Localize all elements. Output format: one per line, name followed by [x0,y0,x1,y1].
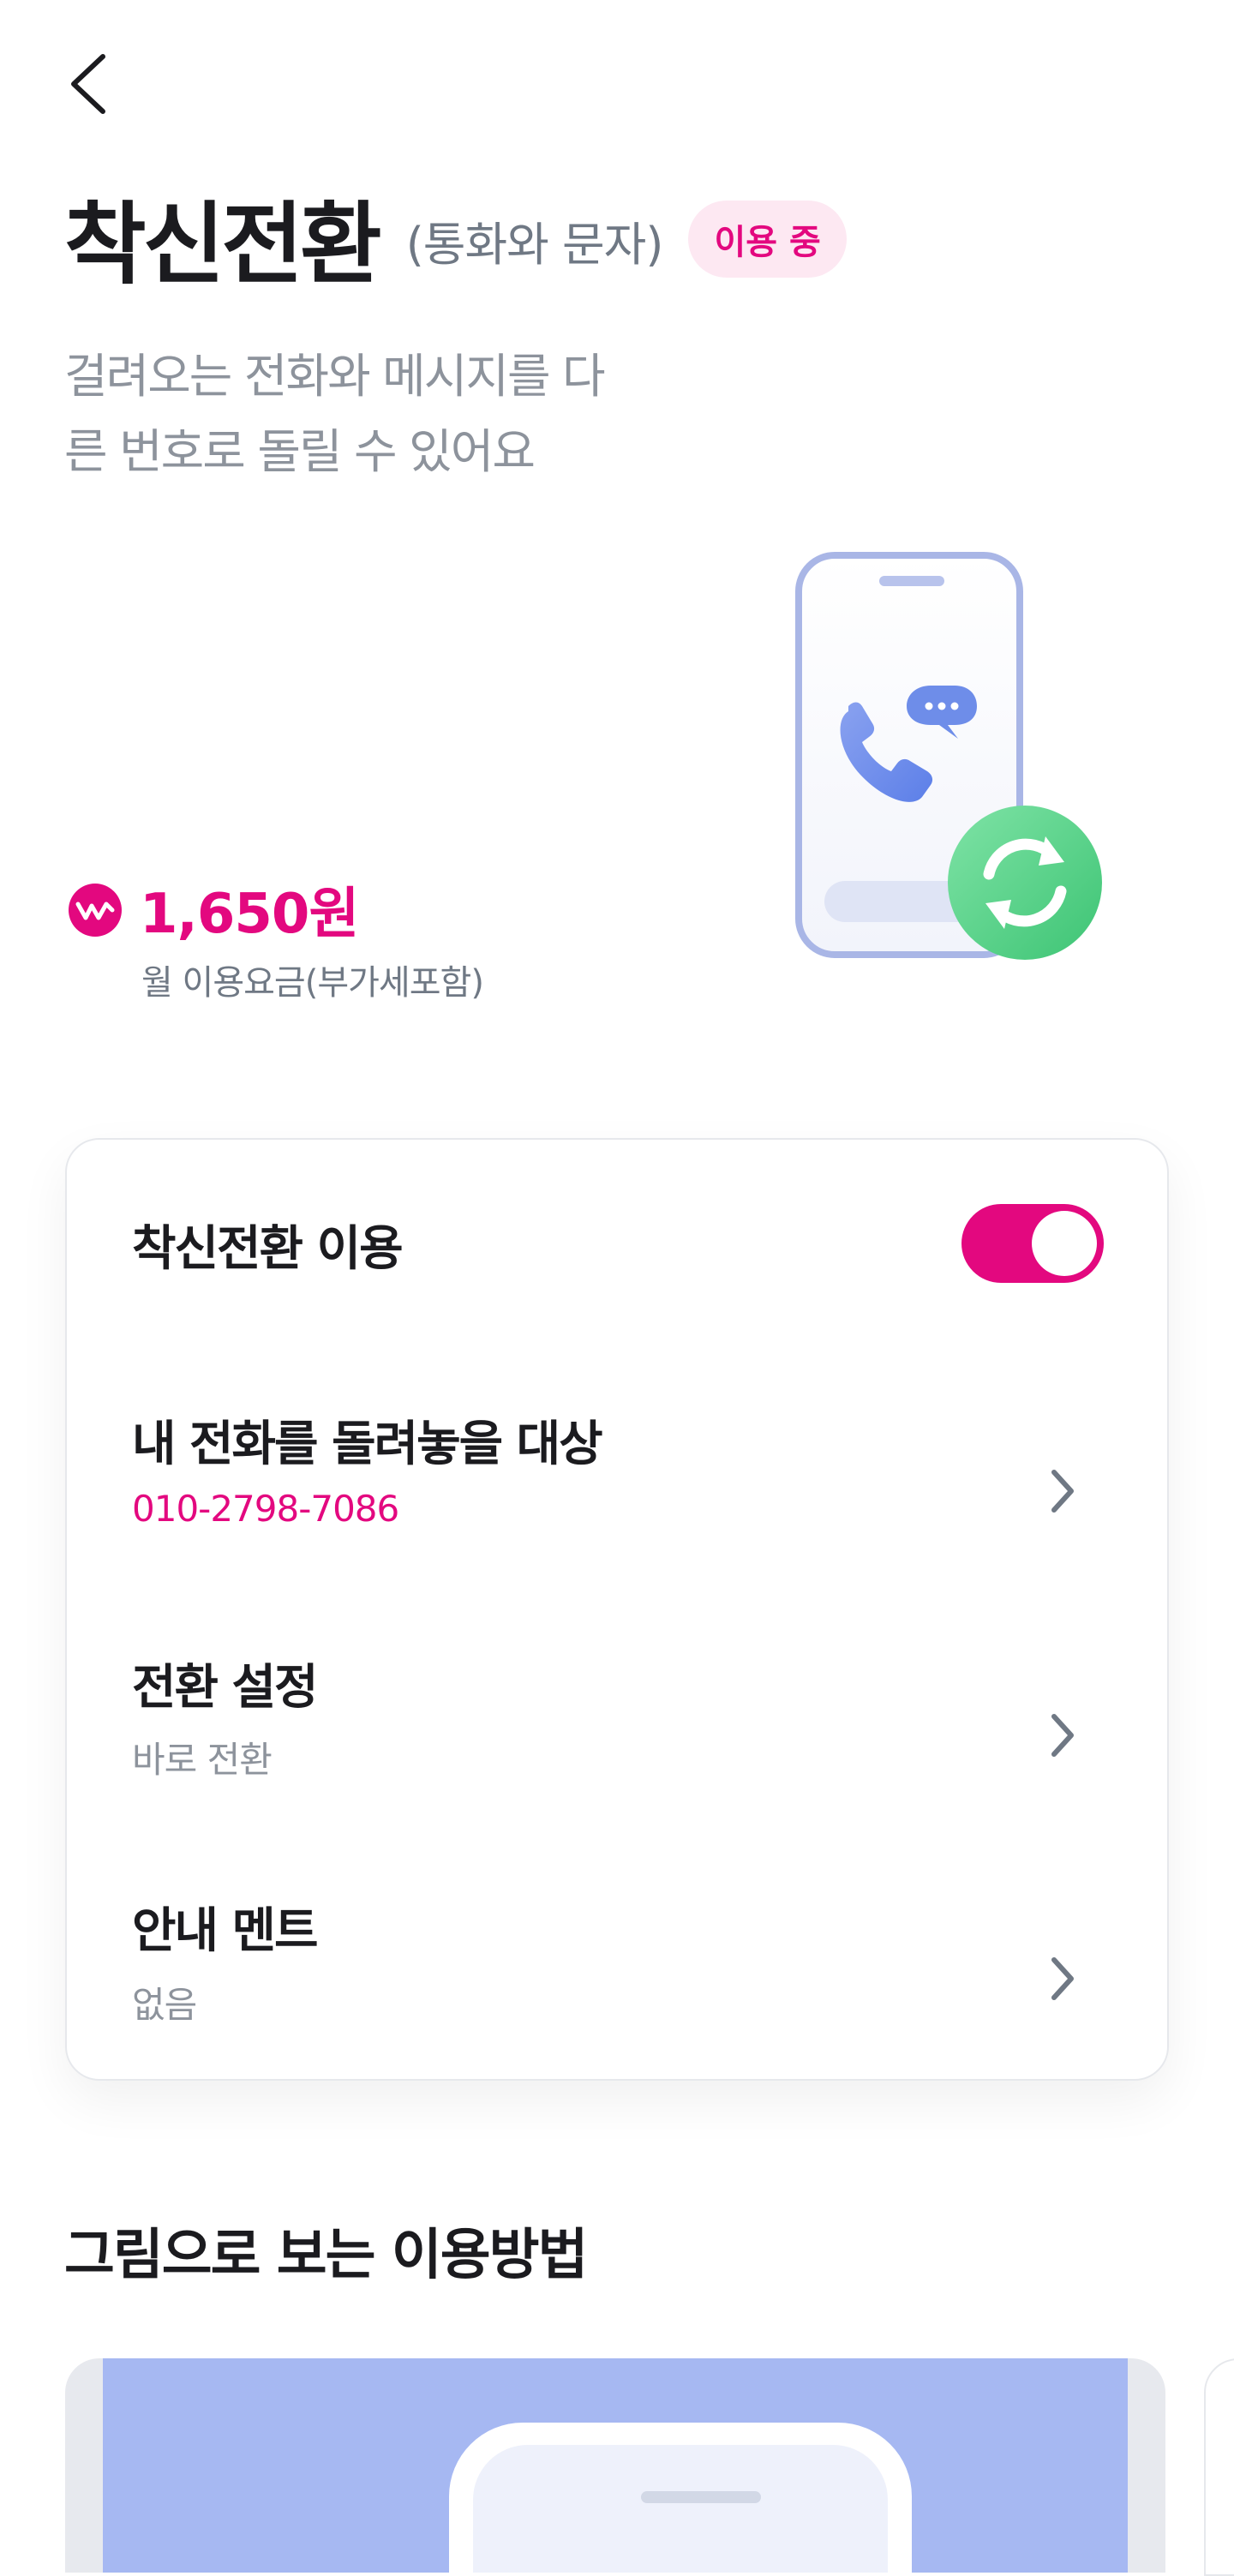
guide-slide-image [103,2358,1128,2573]
service-description: 걸려오는 전화와 메시지를 다 른 번호로 돌릴 수 있어요 [64,338,681,489]
won-coin-icon [69,884,122,937]
page-subtitle: (통화와 문자) [405,217,664,272]
guide-slide[interactable] [65,2358,1165,2573]
guide-next-slide[interactable] [1204,2358,1234,2576]
chevron-right-icon [1051,1957,1074,2000]
monthly-price: 1,650원 [140,883,359,946]
phone-forwarding-illustration [795,552,1102,960]
chevron-right-icon [1051,1470,1074,1513]
guide-phone-illustration [449,2423,912,2573]
forward-target-number: 010-2798-7086 [132,1488,399,1530]
settings-row-label: 내 전화를 돌려놓을 대상 [132,1417,603,1472]
chevron-left-icon [71,54,105,114]
settings-row-label: 안내 멘트 [132,1903,319,1959]
forward-mode-value: 바로 전환 [132,1739,273,1781]
status-badge: 이용 중 [688,201,847,278]
description-line: 른 번호로 돌릴 수 있어요 [64,424,536,479]
settings-row-label: 전환 설정 [132,1660,319,1716]
description-line: 걸려오는 전화와 메시지를 다 [64,349,606,404]
title-row: 착신전환 (통화와 문자) 이용 중 [64,180,847,297]
price-note: 월 이용요금(부가세포함) [141,963,484,1003]
forwarding-toggle-label: 착신전환 이용 [132,1221,404,1277]
guide-phone-screen [473,2445,888,2573]
guide-section-title: 그림으로 보는 이용방법 [64,2224,588,2287]
toggle-knob [1032,1211,1097,1276]
chevron-right-icon [1051,1714,1074,1757]
settings-card: 착신전환 이용 내 전화를 돌려놓을 대상 010-2798-7086 전환 설… [65,1138,1169,2081]
forwarding-toggle[interactable] [961,1204,1104,1283]
guide-phone-speaker [641,2491,761,2503]
back-button[interactable] [60,50,120,118]
page-title: 착신전환 [64,191,382,297]
announcement-value: 없음 [132,1984,197,2026]
